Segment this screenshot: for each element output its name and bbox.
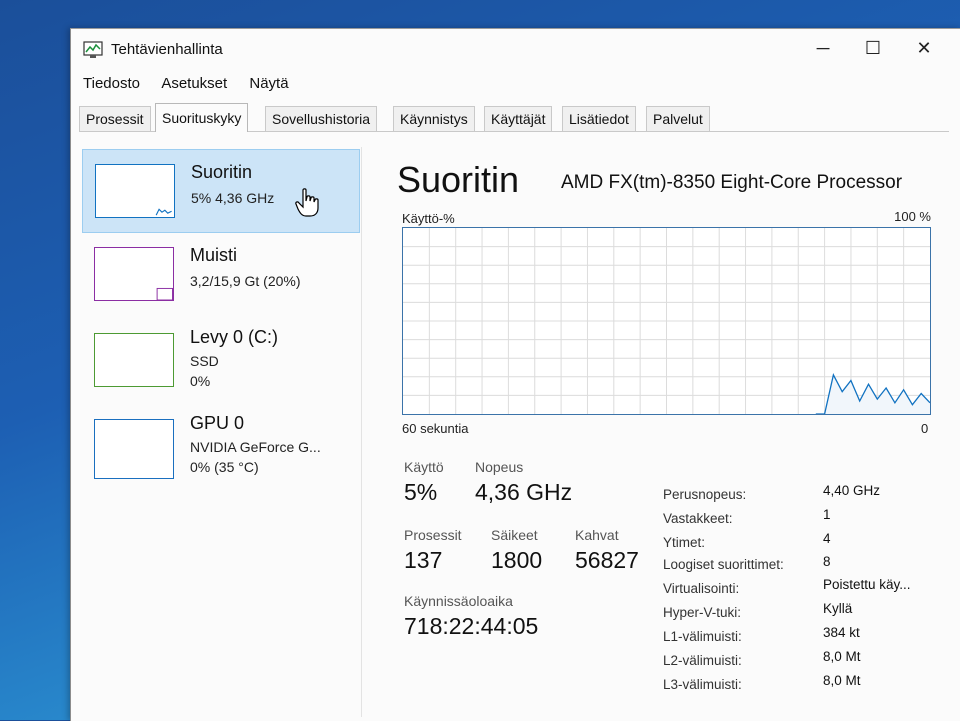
resource-detail: NVIDIA GeForce G... — [190, 439, 321, 455]
info-value: 384 kt — [823, 625, 860, 640]
info-value: 4 — [823, 531, 831, 546]
cpu-detail-panel: Suoritin AMD FX(tm)-8350 Eight-Core Proc… — [371, 147, 951, 717]
resource-cpu[interactable]: Suoritin 5% 4,36 GHz — [82, 149, 360, 233]
tab-app-history[interactable]: Sovellushistoria — [265, 106, 378, 131]
close-button[interactable]: ✕ — [901, 33, 947, 63]
usage-label: Käyttö — [404, 459, 444, 475]
resource-detail: 3,2/15,9 Gt (20%) — [190, 273, 301, 289]
tab-details[interactable]: Lisätiedot — [562, 106, 636, 131]
resource-name: Levy 0 (C:) — [190, 327, 279, 347]
usage-value: 5% — [404, 479, 438, 505]
menu-options[interactable]: Asetukset — [161, 75, 227, 92]
graph-x-min-label: 0 — [921, 421, 929, 436]
graph-y-label: Käyttö-% — [402, 211, 455, 226]
memory-mini-graph — [94, 247, 174, 301]
cpu-mini-graph — [95, 164, 175, 218]
info-key: L1-välimuisti: — [663, 629, 742, 644]
processor-name: AMD FX(tm)-8350 Eight-Core Processor — [561, 172, 903, 193]
tab-processes[interactable]: Prosessit — [79, 106, 151, 131]
info-value: 8 — [823, 554, 831, 569]
resource-memory[interactable]: Muisti 3,2/15,9 Gt (20%) — [82, 233, 358, 315]
maximize-button[interactable]: ☐ — [850, 33, 896, 63]
disk-mini-graph — [94, 333, 174, 387]
info-key: Virtualisointi: — [663, 581, 740, 596]
tab-users[interactable]: Käyttäjät — [484, 106, 553, 131]
window-title: Tehtävienhallinta — [111, 41, 223, 58]
menu-view[interactable]: Näytä — [249, 75, 288, 92]
processes-value: 137 — [404, 547, 443, 573]
menu-bar: Tiedosto Asetukset Näytä — [83, 75, 307, 97]
hand-pointer-icon — [295, 188, 319, 217]
usage-area — [815, 374, 930, 414]
resource-detail-2: 0% (35 °C) — [190, 459, 259, 475]
resource-detail: SSD — [190, 353, 219, 369]
tab-startup[interactable]: Käynnistys — [393, 106, 475, 131]
menu-file[interactable]: Tiedosto — [83, 75, 140, 92]
uptime-value: 718:22:44:05 — [404, 613, 539, 639]
info-key: L2-välimuisti: — [663, 653, 742, 668]
detail-title: Suoritin — [397, 159, 520, 200]
resource-disk[interactable]: Levy 0 (C:) SSD 0% — [82, 315, 358, 397]
tab-performance[interactable]: Suorituskyky — [155, 103, 249, 132]
tab-bar: Prosessit Suorituskyky Sovellushistoria … — [79, 103, 949, 132]
info-key: Hyper-V-tuki: — [663, 605, 742, 620]
speed-value: 4,36 GHz — [475, 479, 573, 505]
info-value: 4,40 GHz — [823, 483, 881, 498]
task-manager-icon — [83, 41, 103, 58]
info-key: Ytimet: — [663, 535, 706, 550]
speed-label: Nopeus — [475, 459, 524, 475]
info-value: 8,0 Mt — [823, 649, 861, 664]
minimize-button[interactable]: ─ — [800, 33, 846, 63]
resource-gpu[interactable]: GPU 0 NVIDIA GeForce G... 0% (35 °C) — [82, 401, 358, 483]
threads-value: 1800 — [491, 547, 543, 573]
resource-detail: 5% 4,36 GHz — [191, 190, 275, 206]
resource-name: GPU 0 — [190, 413, 245, 433]
info-key: Vastakkeet: — [663, 511, 733, 526]
info-value: 8,0 Mt — [823, 673, 861, 688]
info-value: Kyllä — [823, 601, 853, 616]
graph-y-max-label: 100 % — [894, 209, 931, 224]
info-key: Perusnopeus: — [663, 487, 747, 502]
handles-label: Kahvat — [575, 527, 619, 543]
resource-list: Suoritin 5% 4,36 GHz Muisti 3,2/15,9 Gt … — [79, 147, 362, 717]
info-key: L3-välimuisti: — [663, 677, 742, 692]
handles-value: 56827 — [575, 547, 639, 573]
cpu-usage-graph — [402, 227, 931, 415]
info-value: Poistettu käy... — [823, 577, 911, 592]
resource-name: Muisti — [190, 245, 238, 265]
threads-label: Säikeet — [491, 527, 538, 543]
uptime-label: Käynnissäoloaika — [404, 593, 513, 609]
info-key: Loogiset suorittimet: — [663, 557, 784, 572]
resource-name: Suoritin — [191, 162, 253, 182]
resource-detail-2: 0% — [190, 373, 211, 389]
tab-services[interactable]: Palvelut — [646, 106, 710, 131]
gpu-mini-graph — [94, 419, 174, 479]
graph-x-label: 60 sekuntia — [402, 421, 469, 436]
task-manager-window: Tehtävienhallinta ─ ☐ ✕ Tiedosto Asetuks… — [70, 28, 960, 721]
info-value: 1 — [823, 507, 831, 522]
title-bar[interactable]: Tehtävienhallinta ─ ☐ ✕ — [71, 29, 960, 67]
processes-label: Prosessit — [404, 527, 462, 543]
